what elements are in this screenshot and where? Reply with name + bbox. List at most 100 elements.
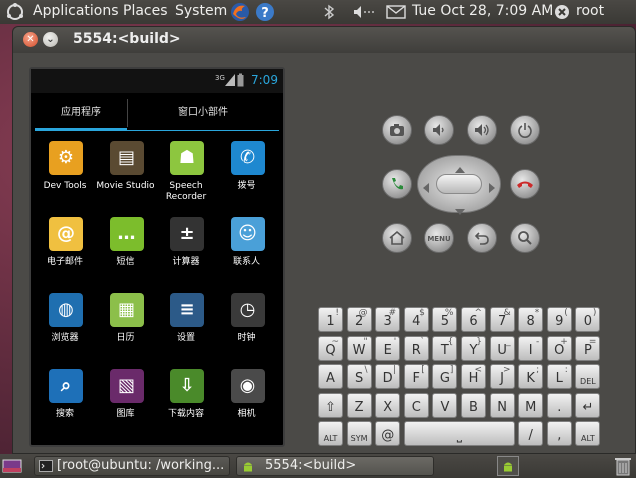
key[interactable]: D | bbox=[375, 364, 401, 389]
key[interactable]: H < bbox=[461, 364, 486, 389]
end-call-button[interactable] bbox=[510, 169, 540, 199]
dpad-center-button[interactable] bbox=[436, 174, 482, 194]
trash-icon[interactable] bbox=[614, 456, 632, 476]
dpad[interactable] bbox=[417, 155, 501, 215]
menu-button[interactable]: MENU bbox=[424, 223, 454, 253]
camera-button[interactable] bbox=[382, 115, 412, 145]
key[interactable]: . bbox=[546, 393, 572, 418]
app-item[interactable]: ☺ 联系人 bbox=[215, 217, 279, 293]
app-item[interactable]: ⇩ 下载内容 bbox=[154, 369, 218, 445]
workspace-switcher[interactable] bbox=[497, 456, 519, 476]
help-icon[interactable]: ? bbox=[255, 2, 275, 22]
key[interactable]: 6 ^ bbox=[461, 307, 486, 332]
app-item[interactable]: ⚙ Dev Tools bbox=[33, 141, 97, 217]
key[interactable]: V bbox=[432, 393, 458, 418]
clock[interactable]: Tue Oct 28, 7:09 AM bbox=[412, 3, 553, 19]
app-item[interactable]: ⌕ 搜索 bbox=[33, 369, 97, 445]
tab-apps[interactable]: 应用程序 bbox=[35, 99, 127, 131]
key[interactable]: J > bbox=[489, 364, 515, 389]
dpad-down-icon[interactable] bbox=[454, 201, 466, 215]
app-item[interactable]: ▦ 日历 bbox=[94, 293, 158, 369]
dpad-left-icon[interactable] bbox=[422, 179, 430, 193]
app-item[interactable]: ▧ 图库 bbox=[94, 369, 158, 445]
search-button[interactable] bbox=[510, 223, 540, 253]
app-item[interactable]: … 短信 bbox=[94, 217, 158, 293]
window-titlebar[interactable]: ✕ ⌄ 5554:<build> bbox=[13, 27, 635, 53]
key[interactable]: SYM bbox=[346, 421, 372, 446]
key[interactable]: S \ bbox=[346, 364, 372, 389]
key[interactable]: U _ bbox=[489, 336, 515, 361]
taskbar-terminal[interactable]: [root@ubuntu: /working... bbox=[34, 456, 230, 476]
key[interactable]: L: bbox=[546, 364, 572, 389]
key[interactable]: O + bbox=[546, 336, 572, 361]
app-item[interactable]: ◍ 浏览器 bbox=[33, 293, 97, 369]
key[interactable]: 7 & bbox=[489, 307, 515, 332]
power-icon[interactable] bbox=[554, 4, 570, 20]
menu-places[interactable]: Places bbox=[123, 3, 168, 19]
key[interactable]: ↵ bbox=[575, 393, 601, 418]
key[interactable]: P = bbox=[575, 336, 601, 361]
close-button[interactable]: ✕ bbox=[23, 32, 38, 47]
home-button[interactable] bbox=[382, 223, 412, 253]
volume-icon[interactable] bbox=[352, 4, 376, 20]
app-item[interactable]: ◉ 相机 bbox=[215, 369, 279, 445]
key[interactable]: K; bbox=[518, 364, 544, 389]
app-item[interactable]: ≡ 设置 bbox=[154, 293, 218, 369]
key[interactable]: W " bbox=[346, 336, 372, 361]
key[interactable]: 2 @ bbox=[346, 307, 372, 332]
key[interactable]: M bbox=[518, 393, 544, 418]
app-item[interactable]: ✆ 拨号 bbox=[215, 141, 279, 217]
app-item[interactable]: @ 电子邮件 bbox=[33, 217, 97, 293]
tab-widgets[interactable]: 窗口小部件 bbox=[127, 99, 279, 131]
app-item[interactable]: ▤ Movie Studio bbox=[94, 141, 158, 217]
key[interactable]: ⇧ bbox=[318, 393, 343, 418]
user-name[interactable]: root bbox=[576, 3, 604, 19]
key[interactable]: 0) bbox=[575, 307, 601, 332]
dpad-up-icon[interactable] bbox=[454, 159, 466, 173]
app-item[interactable]: ◷ 时钟 bbox=[215, 293, 279, 369]
app-item[interactable]: ± 计算器 bbox=[154, 217, 218, 293]
bluetooth-icon[interactable] bbox=[322, 4, 336, 20]
volume-down-button[interactable] bbox=[424, 115, 454, 145]
key[interactable]: I- bbox=[518, 336, 544, 361]
firefox-icon[interactable] bbox=[230, 2, 250, 22]
key[interactable]: F[ bbox=[403, 364, 429, 389]
key[interactable]: 8 * bbox=[518, 307, 544, 332]
window-menu-button[interactable]: ⌄ bbox=[43, 32, 58, 47]
space-key[interactable]: ⎵ bbox=[403, 421, 515, 446]
key[interactable]: X bbox=[375, 393, 401, 418]
volume-up-button[interactable] bbox=[467, 115, 497, 145]
key[interactable]: N bbox=[489, 393, 515, 418]
dpad-right-icon[interactable] bbox=[488, 179, 496, 193]
app-item[interactable]: ☗ Speech Recorder bbox=[154, 141, 218, 217]
key[interactable]: 1! bbox=[318, 307, 343, 332]
key[interactable]: DEL bbox=[575, 364, 601, 389]
back-button[interactable] bbox=[467, 223, 497, 253]
key[interactable]: 4 $ bbox=[403, 307, 429, 332]
key[interactable]: 9( bbox=[546, 307, 572, 332]
key[interactable]: B bbox=[461, 393, 486, 418]
key[interactable]: Z bbox=[346, 393, 372, 418]
key[interactable]: C bbox=[403, 393, 429, 418]
key[interactable]: 3 # bbox=[375, 307, 401, 332]
key[interactable]: E ' bbox=[375, 336, 401, 361]
key[interactable]: , bbox=[546, 421, 572, 446]
power-button[interactable] bbox=[510, 115, 540, 145]
mail-icon[interactable] bbox=[386, 5, 406, 19]
key[interactable]: Y} bbox=[461, 336, 486, 361]
key[interactable]: G] bbox=[432, 364, 458, 389]
key[interactable]: R ` bbox=[403, 336, 429, 361]
menu-system[interactable]: System bbox=[175, 3, 227, 19]
key[interactable]: ALT bbox=[575, 421, 601, 446]
key[interactable]: ALT bbox=[318, 421, 343, 446]
menu-applications[interactable]: Applications bbox=[33, 3, 119, 19]
taskbar-emulator[interactable]: 5554:<build> bbox=[236, 456, 434, 476]
key[interactable]: T{ bbox=[432, 336, 458, 361]
phone-screen[interactable]: 3G 7:09 应用程序 窗口小部件 ⚙ Dev Tools ▤ Movie Stud… bbox=[29, 67, 285, 447]
key[interactable]: / bbox=[518, 421, 544, 446]
show-desktop-icon[interactable] bbox=[2, 458, 22, 474]
key[interactable]: 5% bbox=[432, 307, 458, 332]
ubuntu-logo-icon[interactable] bbox=[6, 3, 24, 21]
key[interactable]: @ bbox=[375, 421, 401, 446]
call-button[interactable] bbox=[382, 169, 412, 199]
